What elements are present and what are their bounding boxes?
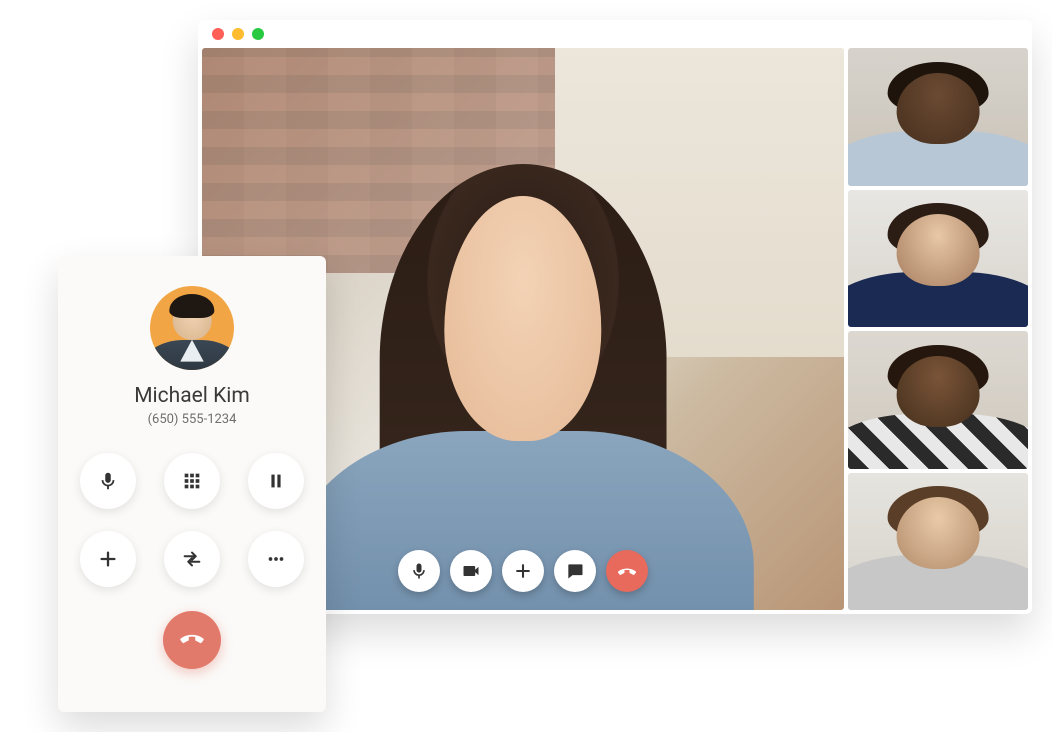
- more-icon: [265, 548, 287, 570]
- mute-button[interactable]: [80, 453, 136, 509]
- more-options-button[interactable]: [248, 531, 304, 587]
- chat-icon: [565, 561, 585, 581]
- participant-thumbnail[interactable]: [848, 473, 1028, 611]
- window-close-button[interactable]: [212, 28, 224, 40]
- hang-up-icon: [179, 625, 205, 655]
- participant-thumbnail[interactable]: [848, 331, 1028, 469]
- video-controls-bar: [398, 550, 648, 592]
- hang-up-icon: [617, 561, 637, 581]
- plus-icon: [513, 561, 533, 581]
- keypad-button[interactable]: [164, 453, 220, 509]
- participant-thumbnail[interactable]: [848, 48, 1028, 186]
- caller-name: Michael Kim: [134, 384, 250, 408]
- caller-phone-number: (650) 555-1234: [148, 412, 237, 427]
- add-participant-button[interactable]: [502, 550, 544, 592]
- add-call-button[interactable]: [80, 531, 136, 587]
- caller-avatar: [150, 286, 234, 370]
- mute-button[interactable]: [398, 550, 440, 592]
- end-call-button[interactable]: [163, 611, 221, 669]
- window-zoom-button[interactable]: [252, 28, 264, 40]
- plus-icon: [97, 548, 119, 570]
- window-titlebar: [198, 20, 1032, 48]
- pause-icon: [265, 470, 287, 492]
- participant-sidebar: [848, 48, 1028, 610]
- video-camera-icon: [461, 561, 481, 581]
- transfer-button[interactable]: [164, 531, 220, 587]
- microphone-icon: [97, 470, 119, 492]
- participant-thumbnail[interactable]: [848, 190, 1028, 328]
- transfer-icon: [181, 548, 203, 570]
- toggle-video-button[interactable]: [450, 550, 492, 592]
- hang-up-button[interactable]: [606, 550, 648, 592]
- microphone-icon: [409, 561, 429, 581]
- hold-button[interactable]: [248, 453, 304, 509]
- active-call-card: Michael Kim (650) 555-1234: [58, 256, 326, 712]
- chat-button[interactable]: [554, 550, 596, 592]
- call-action-grid: [80, 453, 304, 587]
- window-minimize-button[interactable]: [232, 28, 244, 40]
- keypad-icon: [181, 470, 203, 492]
